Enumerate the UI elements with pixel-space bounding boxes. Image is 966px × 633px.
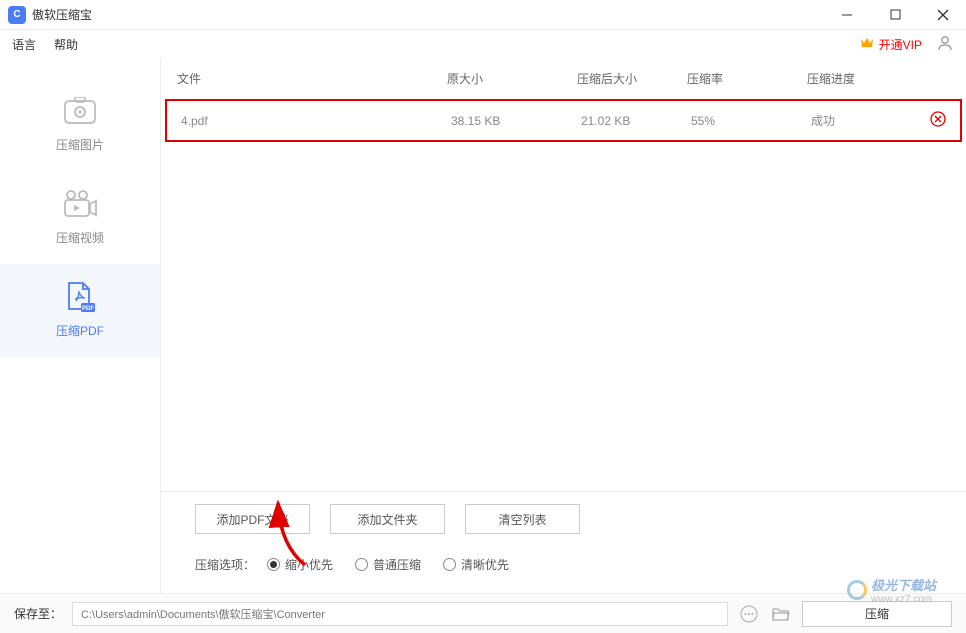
header-file: 文件	[177, 70, 447, 87]
maximize-icon	[890, 9, 901, 20]
radio-size-priority[interactable]: 缩小优先	[267, 556, 333, 573]
cell-original-size: 38.15 KB	[451, 114, 581, 128]
close-button[interactable]	[928, 0, 958, 30]
save-path-input[interactable]	[72, 602, 728, 626]
sidebar-item-image[interactable]: 压缩图片	[0, 78, 160, 171]
window-controls	[832, 0, 958, 30]
header-compressed-size: 压缩后大小	[577, 70, 687, 87]
footer: 保存至： 压缩	[0, 593, 966, 633]
sidebar: 压缩图片 压缩视频 PDF 压缩PDF	[0, 58, 160, 593]
radio-icon	[267, 558, 280, 571]
header-ratio: 压缩率	[687, 70, 807, 87]
app-title: 傲软压缩宝	[32, 6, 92, 23]
radio-clarity-priority[interactable]: 清晰优先	[443, 556, 509, 573]
more-options-button[interactable]	[738, 603, 760, 625]
titlebar: C 傲软压缩宝	[0, 0, 966, 30]
radio-label: 普通压缩	[373, 556, 421, 573]
add-pdf-button[interactable]: 添加PDF文档	[195, 504, 310, 534]
cell-compressed-size: 21.02 KB	[581, 114, 691, 128]
radio-icon	[443, 558, 456, 571]
compress-button[interactable]: 压缩	[802, 601, 952, 627]
crown-icon	[859, 36, 875, 53]
radio-label: 缩小优先	[285, 556, 333, 573]
header-original-size: 原大小	[447, 70, 577, 87]
table-header: 文件 原大小 压缩后大小 压缩率 压缩进度	[161, 58, 966, 99]
pdf-compress-icon: PDF	[62, 282, 98, 312]
radio-normal[interactable]: 普通压缩	[355, 556, 421, 573]
sidebar-item-pdf[interactable]: PDF 压缩PDF	[0, 264, 160, 357]
vip-area: 开通VIP	[859, 34, 954, 55]
ellipsis-icon	[740, 605, 758, 623]
cell-ratio: 55%	[691, 114, 811, 128]
cell-file: 4.pdf	[181, 114, 451, 128]
controls-area: 添加PDF文档 添加文件夹 清空列表 压缩选项： 缩小优先 普通压缩	[161, 491, 966, 593]
delete-icon	[930, 111, 946, 127]
svg-text:PDF: PDF	[82, 306, 94, 312]
vip-link[interactable]: 开通VIP	[859, 36, 922, 53]
main-container: 压缩图片 压缩视频 PDF 压缩PDF 文件 原大小 压缩后大小 压缩率 压缩进…	[0, 58, 966, 593]
minimize-button[interactable]	[832, 0, 862, 30]
image-compress-icon	[62, 96, 98, 126]
sidebar-item-video[interactable]: 压缩视频	[0, 171, 160, 264]
menu-help[interactable]: 帮助	[54, 36, 78, 53]
add-folder-button[interactable]: 添加文件夹	[330, 504, 445, 534]
minimize-icon	[841, 9, 853, 21]
video-compress-icon	[62, 189, 98, 219]
compression-options: 压缩选项： 缩小优先 普通压缩 清晰优先	[177, 556, 950, 573]
delete-row-button[interactable]	[930, 111, 946, 130]
save-to-label: 保存至：	[14, 605, 62, 622]
sidebar-item-label: 压缩图片	[56, 136, 104, 153]
user-icon[interactable]	[936, 34, 954, 55]
maximize-button[interactable]	[880, 0, 910, 30]
open-folder-button[interactable]	[770, 603, 792, 625]
radio-icon	[355, 558, 368, 571]
app-icon: C	[8, 6, 26, 24]
menubar: 语言 帮助 开通VIP	[0, 30, 966, 58]
content: 文件 原大小 压缩后大小 压缩率 压缩进度 4.pdf 38.15 KB 21.…	[160, 58, 966, 593]
radio-group: 缩小优先 普通压缩 清晰优先	[267, 556, 509, 573]
sidebar-item-label: 压缩PDF	[56, 322, 104, 339]
sidebar-item-label: 压缩视频	[56, 229, 104, 246]
button-row: 添加PDF文档 添加文件夹 清空列表	[177, 504, 950, 534]
folder-icon	[772, 606, 790, 622]
menu-language[interactable]: 语言	[12, 36, 36, 53]
close-icon	[937, 9, 949, 21]
vip-label: 开通VIP	[879, 36, 922, 53]
table-row[interactable]: 4.pdf 38.15 KB 21.02 KB 55% 成功	[165, 99, 962, 142]
options-label: 压缩选项：	[195, 556, 255, 573]
header-progress: 压缩进度	[807, 70, 907, 87]
radio-label: 清晰优先	[461, 556, 509, 573]
clear-list-button[interactable]: 清空列表	[465, 504, 580, 534]
cell-progress: 成功	[811, 112, 911, 129]
